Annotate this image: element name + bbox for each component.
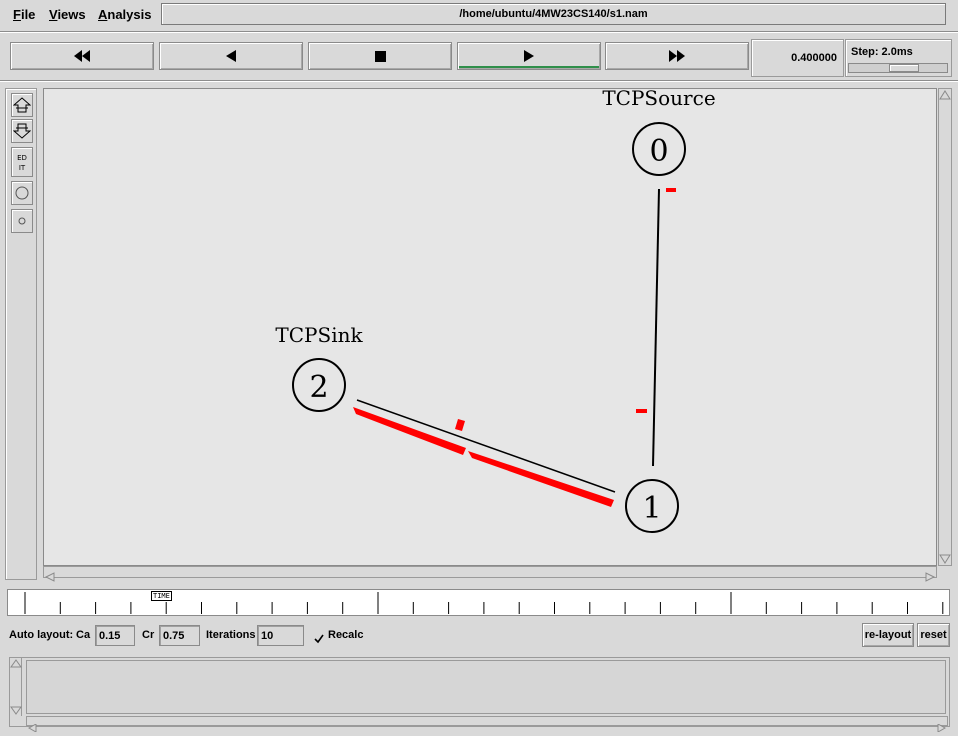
menu-analysis[interactable]: Analysis [98,7,151,22]
step-slider-thumb[interactable] [889,64,919,72]
play-back-icon [226,50,236,62]
zoom-in-icon [13,97,31,113]
step-control: Step: 2.0ms [845,39,952,77]
node-label: 1 [642,491,661,526]
rewind-icon [74,50,90,62]
edit-button[interactable]: ED IT [11,147,33,177]
annotation-vertical-scrollbar[interactable] [10,658,22,716]
fast-forward-button[interactable] [605,42,749,70]
fast-forward-icon [669,50,685,62]
cr-input[interactable] [159,625,200,646]
ca-label: Ca [76,629,91,641]
menu-bar: File Views Analysis /home/ubuntu/4MW23CS… [0,0,958,30]
scroll-arrows [44,572,936,582]
recalc-checkbox[interactable] [314,629,324,644]
packet [636,409,647,413]
zoom-out-icon [13,123,31,139]
menu-views[interactable]: Views [49,7,86,22]
network-canvas[interactable]: 0 1 2 TCPSource TCPSink [43,88,937,566]
divider [0,31,958,33]
packet [666,188,676,192]
agent-label-sink: TCPSink [275,323,363,347]
reset-button[interactable]: reset [917,623,950,647]
recalc-label: Recalc [328,629,364,641]
timeline-marker[interactable]: TIME [151,591,172,601]
ca-input[interactable] [95,625,135,646]
network-drawing: 0 1 2 TCPSource TCPSink [275,89,716,533]
timeline-slider[interactable]: TIME [7,589,950,616]
step-slider[interactable] [848,63,948,73]
packet-stream [468,451,614,507]
zoom-in-button[interactable] [11,93,33,117]
agent-label-source: TCPSource [602,89,715,110]
auto-layout-label: Auto layout: [9,629,74,641]
time-display: 0.400000 [751,39,844,77]
link-0-1 [652,188,660,467]
edit-icon: ED IT [17,154,27,172]
file-path-display: /home/ubuntu/4MW23CS140/s1.nam [161,3,946,25]
node-tool-button[interactable] [11,181,33,205]
play-button[interactable] [457,42,601,70]
left-toolbar: ED IT [5,88,37,580]
scroll-arrows [10,659,22,715]
step-back-button[interactable] [159,42,303,70]
relayout-button[interactable]: re-layout [862,623,914,647]
play-icon [524,50,534,62]
stop-button[interactable] [308,42,452,70]
small-node-tool-button[interactable] [11,209,33,233]
svg-text:IT: IT [19,164,26,172]
canvas-horizontal-scrollbar[interactable] [43,566,937,582]
link-2-1 [356,399,616,493]
node-label: 2 [309,370,328,405]
packet [455,419,465,431]
circle-icon [15,186,29,200]
iterations-label: Iterations [206,629,256,641]
iterations-input[interactable] [257,625,304,646]
svg-text:ED: ED [17,154,27,162]
canvas-vertical-scrollbar[interactable] [938,88,952,566]
stop-icon [374,50,386,62]
scroll-arrows [939,90,951,564]
timeline-ticks [24,592,944,614]
menu-file[interactable]: File [13,7,35,22]
rewind-button[interactable] [10,42,154,70]
zoom-out-button[interactable] [11,119,33,143]
small-circle-icon [18,217,26,225]
packet-stream [353,407,466,455]
cr-label: Cr [142,629,155,641]
annotation-horizontal-scrollbar[interactable] [26,716,948,733]
annotation-list[interactable] [26,660,946,714]
divider [0,80,958,82]
checkmark-icon [314,634,324,644]
node-label: 0 [649,134,668,169]
step-label: Step: 2.0ms [851,46,913,58]
